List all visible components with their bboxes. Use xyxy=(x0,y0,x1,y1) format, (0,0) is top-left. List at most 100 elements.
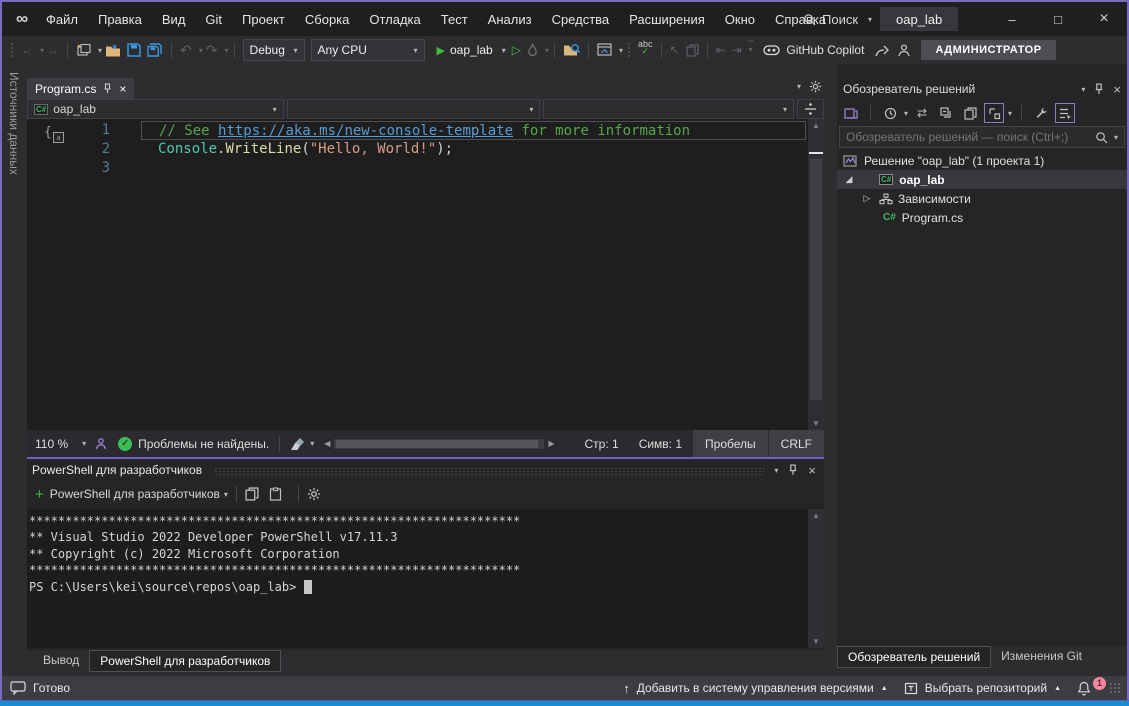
sync-namespaces-button[interactable]: ⇄ xyxy=(912,103,932,123)
menu-extensions[interactable]: Расширения xyxy=(619,2,715,36)
editor-vertical-scrollbar[interactable]: ▲ ▼ xyxy=(808,119,824,430)
save-button[interactable] xyxy=(124,39,144,61)
tree-row-program-cs[interactable]: C# Program.cs xyxy=(837,208,1127,227)
code-cleanup-button[interactable]: ▾ xyxy=(290,437,314,451)
tab-program-cs[interactable]: Program.cs × xyxy=(27,78,134,99)
copy-item-button[interactable] xyxy=(683,39,702,61)
scrollbar-thumb[interactable] xyxy=(810,159,822,400)
show-all-files-button[interactable] xyxy=(960,103,980,123)
expander-closed-icon[interactable]: ▷ xyxy=(861,193,873,204)
toggle-comment-button[interactable]: "" ▾ xyxy=(745,39,757,61)
health-indicator[interactable]: ✓ Проблемы не найдены. xyxy=(118,437,269,451)
chevron-down-icon[interactable]: ▾ xyxy=(545,46,549,55)
properties-button[interactable] xyxy=(1031,103,1051,123)
code-editor[interactable]: { a 1 2 3 // See https://aka.ms/new-cons… xyxy=(27,119,824,430)
search-icon[interactable] xyxy=(1095,131,1108,144)
terminal-output[interactable]: ****************************************… xyxy=(27,509,808,648)
navigate-forward-button[interactable]: → xyxy=(44,39,62,61)
column-indicator[interactable]: Симв: 1 xyxy=(629,437,692,451)
project-dropdown[interactable]: C# oap_lab ▾ xyxy=(27,99,284,119)
add-to-source-control-button[interactable]: ↑ Добавить в систему управления версиями… xyxy=(615,681,896,696)
menu-tools[interactable]: Средства xyxy=(542,2,620,36)
close-icon[interactable]: × xyxy=(808,463,816,478)
menu-debug[interactable]: Отладка xyxy=(359,2,430,36)
eol-indicator[interactable]: CRLF xyxy=(768,430,824,457)
type-dropdown[interactable]: ▾ xyxy=(287,99,541,119)
start-debugging-button[interactable]: ▶ oap_lab ▾ xyxy=(434,39,509,61)
scrollbar-thumb[interactable] xyxy=(336,440,538,448)
close-icon[interactable]: × xyxy=(1113,82,1121,97)
switch-views-button[interactable] xyxy=(841,103,861,123)
menu-build[interactable]: Сборка xyxy=(295,2,360,36)
line-indicator[interactable]: Стр: 1 xyxy=(575,437,629,451)
menu-git[interactable]: Git xyxy=(195,2,232,36)
search-box[interactable]: Поиск ▾ xyxy=(797,7,878,31)
document-list-dropdown-icon[interactable]: ▾ xyxy=(797,82,801,91)
pin-icon[interactable] xyxy=(788,464,798,476)
redo-button[interactable]: ↷ xyxy=(203,39,221,61)
chevron-down-icon[interactable]: ▾ xyxy=(619,46,623,55)
menu-test[interactable]: Тест xyxy=(431,2,478,36)
gear-icon[interactable] xyxy=(809,80,822,93)
pin-icon[interactable] xyxy=(103,83,112,94)
toolbar-grip[interactable] xyxy=(10,42,14,58)
split-editor-button[interactable] xyxy=(797,99,824,119)
start-without-debugging-button[interactable]: ▷ xyxy=(509,39,524,61)
toolbar-grip[interactable] xyxy=(627,42,631,58)
comment-link[interactable]: https://aka.ms/new-console-template xyxy=(218,123,513,139)
solution-configurations-dropdown[interactable]: Debug ▾ xyxy=(243,39,305,61)
maximize-button[interactable]: □ xyxy=(1035,2,1081,36)
spell-checker-button[interactable]: abc ✓ xyxy=(635,39,656,61)
terminal-header[interactable]: PowerShell для разработчиков ▾ × xyxy=(27,459,824,481)
scroll-left-icon[interactable]: ◀ xyxy=(324,439,330,448)
chevron-down-icon[interactable]: ▾ xyxy=(225,46,229,55)
feedback-button[interactable]: Готово xyxy=(2,681,78,695)
collapse-all-button[interactable] xyxy=(936,103,956,123)
scrollbar-track[interactable] xyxy=(334,439,544,449)
resize-grip[interactable] xyxy=(1109,682,1121,694)
tree-row-solution[interactable]: Решение "oap_lab" (1 проекта 1) xyxy=(837,151,1127,170)
open-folder-button[interactable] xyxy=(102,39,124,61)
menu-project[interactable]: Проект xyxy=(232,2,295,36)
close-button[interactable]: × xyxy=(1081,2,1127,36)
terminal-scrollbar[interactable]: ▲ ▼ xyxy=(808,509,824,648)
scroll-down-icon[interactable]: ▼ xyxy=(808,419,824,428)
select-repository-button[interactable]: Выбрать репозиторий ▲ xyxy=(896,681,1069,695)
close-icon[interactable]: × xyxy=(119,82,126,96)
menu-edit[interactable]: Правка xyxy=(88,2,152,36)
paste-icon[interactable] xyxy=(269,487,282,501)
tab-git-changes[interactable]: Изменения Git xyxy=(991,646,1092,666)
window-position-dropdown-icon[interactable]: ▾ xyxy=(774,466,778,475)
increase-indent-button[interactable]: ⇥ xyxy=(729,39,745,61)
hot-reload-button[interactable] xyxy=(524,39,541,61)
tree-row-dependencies[interactable]: ▷ Зависимости xyxy=(837,189,1127,208)
github-copilot-button[interactable]: GitHub Copilot xyxy=(760,39,867,61)
solution-search[interactable]: ▾ xyxy=(839,126,1125,148)
menu-file[interactable]: Файл xyxy=(36,2,88,36)
menu-view[interactable]: Вид xyxy=(152,2,196,36)
scroll-up-icon[interactable]: ▲ xyxy=(808,121,824,130)
minimize-button[interactable]: – xyxy=(989,2,1035,36)
navigate-back-button[interactable]: ← xyxy=(18,39,36,61)
spaces-indicator[interactable]: Пробелы xyxy=(692,430,768,457)
chevron-down-icon[interactable]: ▾ xyxy=(1008,109,1012,118)
new-project-button[interactable] xyxy=(73,39,94,61)
find-in-files-button[interactable] xyxy=(560,39,583,61)
decrease-indent-button[interactable]: ⇤ xyxy=(713,39,729,61)
scroll-down-icon[interactable]: ▼ xyxy=(808,637,824,646)
solution-explorer-header[interactable]: Обозреватель решений ▾ × xyxy=(837,78,1127,100)
expander-open-icon[interactable]: ◢ xyxy=(843,174,855,185)
feedback-icon[interactable] xyxy=(94,437,108,451)
tab-output[interactable]: Вывод xyxy=(33,650,89,670)
scroll-right-icon[interactable]: ▶ xyxy=(548,439,554,448)
solution-platforms-dropdown[interactable]: Any CPU ▾ xyxy=(311,39,425,61)
undo-button[interactable]: ↶ xyxy=(177,39,195,61)
editor-horizontal-scrollbar[interactable]: ◀ ▶ xyxy=(324,439,554,449)
pin-icon[interactable] xyxy=(1094,83,1104,95)
notifications-button[interactable]: 1 xyxy=(1069,681,1099,696)
tree-row-project[interactable]: ◢ C# oap_lab xyxy=(837,170,1127,189)
data-sources-vertical-tab[interactable]: Источники данных xyxy=(7,72,21,175)
gear-icon[interactable] xyxy=(307,487,321,501)
zoom-dropdown[interactable]: 110 % ▾ xyxy=(27,430,94,457)
share-button[interactable] xyxy=(871,39,893,61)
